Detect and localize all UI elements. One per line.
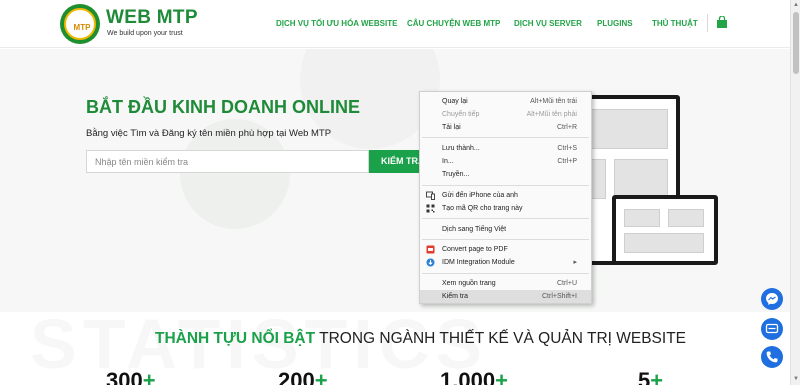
menu-item-view-source[interactable]: Xem nguồn trang Ctrl+U (420, 277, 591, 290)
site-header: MTP WEB MTP We build upon your trust DỊC… (0, 0, 790, 48)
phone-button[interactable] (761, 346, 783, 368)
page-scrollbar[interactable]: ▲ ▼ (790, 0, 800, 385)
menu-item-create-qr[interactable]: Tạo mã QR cho trang này (420, 202, 591, 215)
scroll-thumb[interactable] (793, 12, 799, 74)
menu-item-inspect[interactable]: Kiểm tra Ctrl+Shift+I (420, 290, 591, 303)
stat-value: 1.000+ (440, 368, 508, 385)
menu-item-print[interactable]: In... Ctrl+P (420, 155, 591, 168)
scroll-down-arrow-icon[interactable]: ▼ (793, 376, 799, 382)
messenger-icon (766, 293, 778, 305)
nav-item-tips[interactable]: THỦ THUẬT (652, 19, 698, 28)
logo-tagline: We build upon your trust (107, 30, 183, 37)
phone-icon (766, 351, 778, 363)
logo-badge[interactable]: MTP (60, 4, 100, 44)
pdf-convert-icon (426, 245, 435, 254)
logo-title[interactable]: WEB MTP (106, 7, 198, 29)
shopping-bag-icon[interactable] (716, 16, 728, 29)
browser-context-menu: Quay lại Alt+Mũi tên trái Chuyển tiếp Alt+… (419, 91, 592, 304)
menu-item-idm[interactable]: IDM Integration Module ▸ (420, 256, 591, 269)
menu-separator (422, 137, 589, 138)
menu-item-save-as[interactable]: Lưu thành... Ctrl+S (420, 142, 591, 155)
device-send-icon (426, 191, 435, 200)
chat-button[interactable] (761, 318, 783, 340)
nav-item-website-optimization[interactable]: DỊCH VỤ TỐI ƯU HÓA WEBSITE (276, 19, 397, 28)
menu-item-send-to-iphone[interactable]: Gửi đến iPhone của anh (420, 189, 591, 202)
nav-item-server[interactable]: DỊCH VỤ SERVER (514, 19, 582, 28)
laptop-illustration (612, 195, 718, 265)
menu-separator (422, 273, 589, 274)
stat-value: 200+ (278, 368, 328, 385)
submenu-arrow-icon: ▸ (573, 259, 577, 266)
menu-item-translate[interactable]: Dịch sang Tiếng Việt (420, 223, 591, 236)
menu-item-forward[interactable]: Chuyển tiếp Alt+Mũi tên phải (420, 108, 591, 121)
nav-item-plugins[interactable]: PLUGINS (597, 19, 633, 28)
menu-item-convert-pdf[interactable]: Convert page to PDF (420, 243, 591, 256)
messenger-button[interactable] (761, 288, 783, 310)
idm-icon (426, 258, 435, 267)
menu-separator (422, 218, 589, 219)
nav-item-story[interactable]: CÂU CHUYỆN WEB MTP (407, 19, 500, 28)
menu-item-back[interactable]: Quay lại Alt+Mũi tên trái (420, 95, 591, 108)
hero-section: BẮT ĐẦU KINH DOANH ONLINE Bằng việc Tìm … (0, 49, 790, 312)
menu-separator (422, 239, 589, 240)
stat-value: 5+ (638, 368, 664, 385)
nav-divider (707, 14, 708, 32)
menu-item-cast[interactable]: Truyền... (420, 168, 591, 181)
stats-title: THÀNH TỰU NỔI BẬT TRONG NGÀNH THIẾT KẾ V… (155, 330, 687, 347)
qr-code-icon (426, 204, 435, 213)
domain-search-input[interactable] (86, 150, 369, 173)
menu-separator (422, 185, 589, 186)
scroll-up-arrow-icon[interactable]: ▲ (793, 2, 799, 8)
stat-value: 300+ (106, 368, 156, 385)
hero-title: BẮT ĐẦU KINH DOANH ONLINE (86, 97, 360, 117)
menu-item-reload[interactable]: Tải lại Ctrl+R (420, 121, 591, 134)
chat-icon (765, 323, 779, 334)
logo-badge-text: MTP (73, 23, 91, 32)
hero-subtitle: Bằng việc Tìm và Đăng ký tên miền phù hợ… (86, 128, 332, 139)
